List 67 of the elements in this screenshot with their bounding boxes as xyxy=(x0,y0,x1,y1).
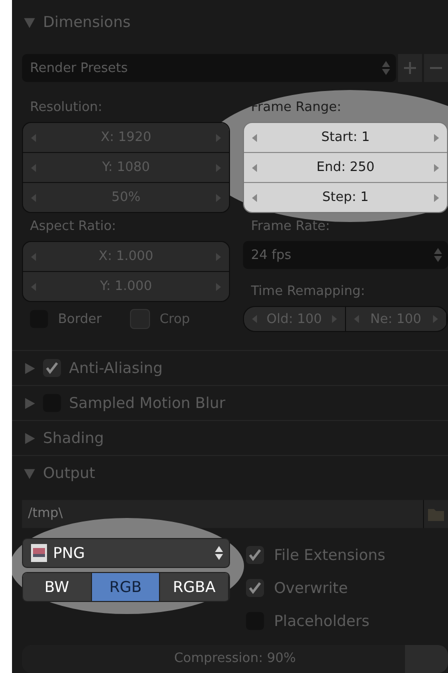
panel-title: Shading xyxy=(43,429,104,447)
field-label: Aspect Ratio: xyxy=(29,218,118,236)
number-field[interactable]: End: 250 xyxy=(244,153,447,183)
plus-icon xyxy=(404,62,416,74)
add-button[interactable] xyxy=(398,54,422,82)
up-down-icon xyxy=(215,546,223,560)
panel-title: Anti-Aliasing xyxy=(69,359,163,377)
left-arrow-icon[interactable] xyxy=(252,134,257,142)
compression-slider[interactable]: Compression: 90% xyxy=(22,645,448,673)
right-arrow-icon[interactable] xyxy=(216,164,221,172)
right-arrow-icon[interactable] xyxy=(216,134,221,142)
path-field[interactable]: /tmp\ xyxy=(22,500,423,528)
field-label: Frame Rate: xyxy=(250,218,331,236)
right-arrow-icon[interactable] xyxy=(216,282,221,290)
panel-header[interactable]: Output xyxy=(12,455,448,490)
panel-title: Output xyxy=(43,464,96,482)
right-arrow-icon[interactable] xyxy=(216,194,221,202)
checkbox-label: Placeholders xyxy=(274,612,370,630)
expanded-triangle-icon[interactable] xyxy=(24,468,35,478)
collapsed-triangle-icon[interactable] xyxy=(24,432,35,444)
number-field[interactable]: Start: 1 xyxy=(244,123,447,153)
panel-header[interactable]: Sampled Motion Blur xyxy=(12,385,448,420)
expanded-triangle-icon[interactable] xyxy=(24,16,35,28)
collapsed-triangle-icon[interactable] xyxy=(24,398,35,408)
number-field[interactable]: Step: 1 xyxy=(244,183,447,212)
right-arrow-icon[interactable] xyxy=(434,164,439,172)
color-mode-toggle[interactable]: RGBA xyxy=(160,573,229,601)
checkbox[interactable] xyxy=(246,546,264,564)
checkbox[interactable] xyxy=(43,359,61,377)
checkbox-label: File Extensions xyxy=(274,546,386,564)
left-arrow-icon[interactable] xyxy=(31,164,36,172)
panel-title: Sampled Motion Blur xyxy=(69,394,226,412)
folder-icon xyxy=(428,507,444,521)
checkbox-label: Overwrite xyxy=(274,578,348,596)
browse-button[interactable] xyxy=(423,500,448,528)
left-arrow-icon[interactable] xyxy=(31,282,36,290)
format-dropdown[interactable]: PNG xyxy=(22,538,230,568)
checkbox[interactable] xyxy=(246,578,264,596)
remove-button[interactable] xyxy=(424,54,448,82)
left-arrow-icon[interactable] xyxy=(252,194,257,202)
left-arrow-icon[interactable] xyxy=(31,134,36,142)
left-arrow-icon[interactable] xyxy=(31,194,36,202)
checkbox-label: Crop xyxy=(160,312,190,326)
presets-dropdown[interactable]: Render Presets xyxy=(22,54,396,82)
color-mode-toggle[interactable]: BW xyxy=(23,573,92,601)
color-mode-toggle[interactable]: RGB xyxy=(92,573,160,601)
panel-header[interactable]: Dimensions xyxy=(12,0,448,44)
frame-rate-dropdown[interactable]: 24 fps xyxy=(243,241,448,269)
right-arrow-icon[interactable] xyxy=(434,134,439,142)
right-arrow-icon[interactable] xyxy=(434,194,439,202)
left-arrow-icon[interactable] xyxy=(31,252,36,260)
right-arrow-icon[interactable] xyxy=(332,315,336,323)
panel-title: Dimensions xyxy=(43,13,131,31)
field-label: Resolution: xyxy=(29,99,104,117)
right-arrow-icon[interactable] xyxy=(216,252,221,260)
collapsed-triangle-icon[interactable] xyxy=(24,362,35,374)
up-down-icon xyxy=(434,248,442,262)
left-arrow-icon[interactable] xyxy=(252,164,257,172)
checkbox-label: Border xyxy=(58,312,102,326)
left-arrow-icon[interactable] xyxy=(354,315,358,323)
up-down-icon xyxy=(382,61,390,75)
left-arrow-icon[interactable] xyxy=(252,315,257,323)
panel-header[interactable]: Shading xyxy=(12,420,448,455)
right-arrow-icon[interactable] xyxy=(433,315,438,323)
panel-header[interactable]: Anti-Aliasing xyxy=(12,350,448,385)
field-label: Time Remapping: xyxy=(250,283,366,301)
image-file-icon xyxy=(31,544,47,562)
